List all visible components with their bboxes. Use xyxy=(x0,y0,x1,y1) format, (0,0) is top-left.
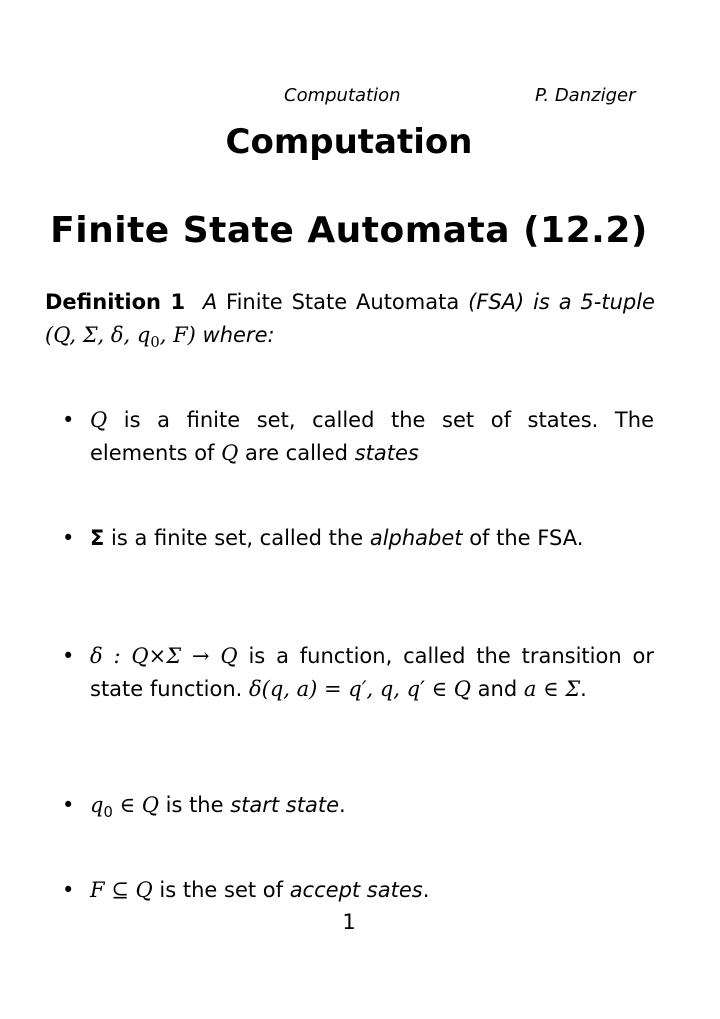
page-title: Computation xyxy=(225,122,473,162)
bullet-icon: • xyxy=(62,644,75,668)
definition: Definition 1 A Finite State Automata (FS… xyxy=(45,290,655,352)
list-item: • Q is a finite set, called the set of s… xyxy=(62,404,654,470)
defined-term: Finite State Automata xyxy=(226,290,460,314)
list-item: • F ⊆ Q is the set of accept sates. xyxy=(62,874,654,907)
running-header-title: Computation xyxy=(284,85,401,106)
bullet-icon: • xyxy=(62,878,75,902)
section-title: Finite State Automata (12.2) xyxy=(50,210,648,251)
list-item: • δ : Q×Σ → Q is a function, called the … xyxy=(62,640,654,706)
tuple-math: (Q, Σ, δ, q0, F) xyxy=(45,323,196,352)
running-header-author: P. Danziger xyxy=(535,85,636,106)
bullet-icon: • xyxy=(62,793,75,817)
list-item: • q0 ∈ Q is the start state. xyxy=(62,789,654,829)
definition-label: Definition 1 xyxy=(45,290,186,314)
bullet-icon: • xyxy=(62,408,75,432)
bullet-icon: • xyxy=(62,526,75,550)
list-item: • Σ is a finite set, called the alphabet… xyxy=(62,522,654,555)
page-number: 1 xyxy=(342,910,356,934)
